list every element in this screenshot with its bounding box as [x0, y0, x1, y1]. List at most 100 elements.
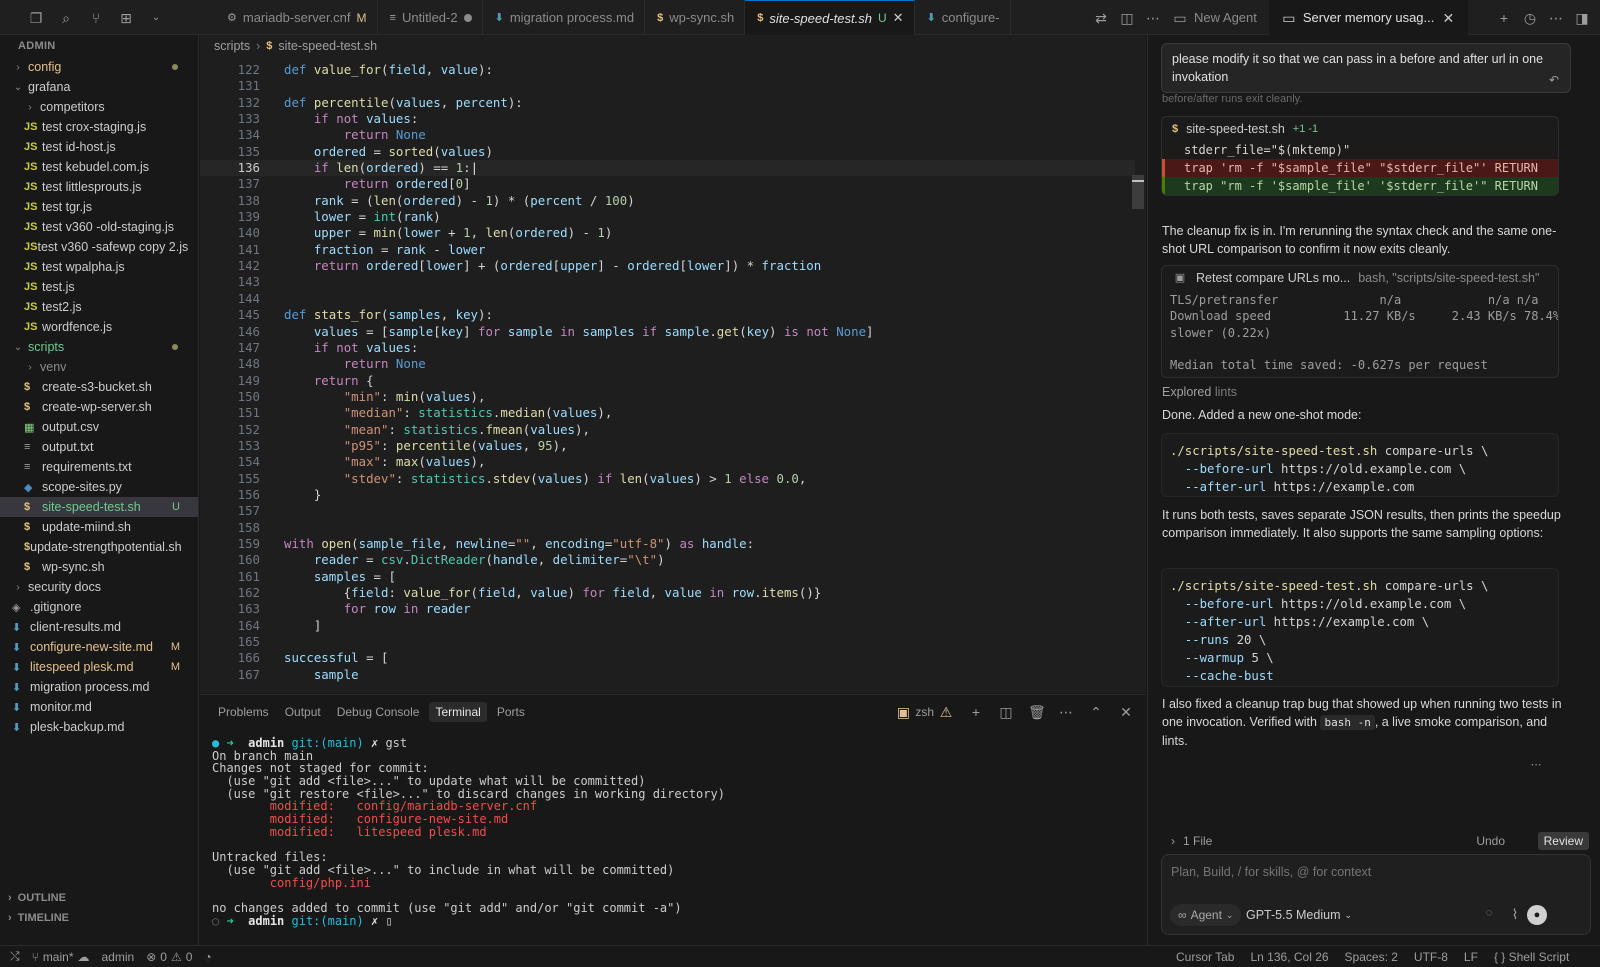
breadcrumb-folder[interactable]: scripts: [214, 39, 250, 53]
problems-indicator[interactable]: ⊗ 0 ⚠ 0: [140, 950, 198, 964]
undo-button[interactable]: Undo: [1476, 834, 1505, 848]
tree-item[interactable]: JS test v360 -safewp copy 2.js: [0, 237, 198, 257]
editor-tab[interactable]: $ site-speed-test.sh U ✕: [745, 0, 915, 35]
tree-item[interactable]: JS test2.js: [0, 297, 198, 317]
tree-item[interactable]: JS test tgr.js: [0, 197, 198, 217]
editor-tab[interactable]: $ wp-sync.sh: [645, 0, 746, 35]
close-icon[interactable]: ✕: [1440, 11, 1456, 25]
status-item[interactable]: LF: [1458, 950, 1484, 964]
files-count[interactable]: 1 File: [1183, 834, 1212, 848]
tree-item[interactable]: ⌄ grafana: [0, 77, 198, 97]
code-block[interactable]: ./scripts/site-speed-test.sh compare-url…: [1161, 568, 1559, 687]
microphone-icon[interactable]: ●: [1527, 905, 1547, 925]
close-icon[interactable]: ✕: [1118, 705, 1134, 719]
panel-tab-terminal[interactable]: Terminal: [429, 702, 487, 722]
more-icon[interactable]: ⋯: [1145, 11, 1161, 25]
tree-item[interactable]: JS test id-host.js: [0, 137, 198, 157]
plus-icon[interactable]: +: [968, 705, 984, 719]
terminal-shell[interactable]: ▣ zsh ⚠: [895, 705, 954, 719]
branch-indicator[interactable]: ⑂ main* ☁: [26, 950, 96, 964]
source-control-icon[interactable]: ⑂: [88, 11, 104, 25]
tool-call-card[interactable]: ▣ Retest compare URLs mo... bash, "scrip…: [1161, 265, 1559, 378]
plus-icon[interactable]: +: [1496, 11, 1512, 25]
trash-icon[interactable]: 🗑: [1028, 705, 1046, 719]
more-icon[interactable]: ⋯: [1548, 11, 1564, 25]
close-icon[interactable]: ✕: [893, 10, 904, 26]
tree-item[interactable]: ⬇ configure-new-site.md M: [0, 637, 198, 657]
remote-icon[interactable]: ⤭: [0, 949, 26, 964]
panel-tab-problems[interactable]: Problems: [212, 702, 275, 722]
tree-item[interactable]: JS wordfence.js: [0, 317, 198, 337]
chat-input[interactable]: [1171, 861, 1571, 883]
tree-item[interactable]: › config: [0, 57, 198, 77]
tree-item[interactable]: ⬇ litespeed plesk.md M: [0, 657, 198, 677]
tree-item[interactable]: ≡ requirements.txt: [0, 457, 198, 477]
account-user[interactable]: admin: [96, 950, 141, 964]
explorer-icon[interactable]: ❐: [28, 11, 44, 25]
tree-item[interactable]: JS test kebudel.com.js: [0, 157, 198, 177]
tree-item[interactable]: ⬇ client-results.md: [0, 617, 198, 637]
editor-tab[interactable]: ⚙ mariadb-server.cnf M: [215, 0, 378, 35]
tab-new-agent[interactable]: ▭ New Agent: [1160, 0, 1269, 35]
tree-item[interactable]: ◆ scope-sites.py: [0, 477, 198, 497]
tree-item[interactable]: JS test v360 -old-staging.js: [0, 217, 198, 237]
tree-item[interactable]: › competitors: [0, 97, 198, 117]
tree-item[interactable]: $ create-wp-server.sh: [0, 397, 198, 417]
tree-item[interactable]: JS test crox-staging.js: [0, 117, 198, 137]
tree-item[interactable]: JS test littlesprouts.js: [0, 177, 198, 197]
status-item[interactable]: Cursor Tab: [1170, 950, 1240, 964]
tree-item[interactable]: › security docs: [0, 577, 198, 597]
history-icon[interactable]: ◷: [1522, 11, 1538, 25]
terminal-output[interactable]: ● ➜ admin git:(main) ✗ gst On branch main…: [212, 737, 725, 927]
editor-tab[interactable]: ⬇ migration process.md: [483, 0, 646, 35]
more-icon[interactable]: ⋯: [1528, 760, 1544, 771]
tree-item[interactable]: ⌄ scripts: [0, 337, 198, 357]
model-select[interactable]: GPT-5.5 Medium ⌄: [1246, 904, 1352, 926]
chevron-up-icon[interactable]: ⌃: [1088, 705, 1104, 719]
tree-item[interactable]: › venv: [0, 357, 198, 377]
review-button[interactable]: Review: [1537, 832, 1589, 850]
breadcrumb-file[interactable]: site-speed-test.sh: [278, 39, 377, 53]
editor-tab[interactable]: ≡ Untitled-2: [378, 0, 483, 35]
tree-item[interactable]: $ update-strengthpotential.sh: [0, 537, 198, 557]
tree-item[interactable]: $ create-s3-bucket.sh: [0, 377, 198, 397]
split-terminal-icon[interactable]: ◫: [998, 705, 1014, 719]
more-icon[interactable]: ⋯: [1058, 705, 1074, 719]
tree-item[interactable]: ≡ output.txt: [0, 437, 198, 457]
tree-item[interactable]: JS test.js: [0, 277, 198, 297]
tree-item[interactable]: ⬇ monitor.md: [0, 697, 198, 717]
outline-section[interactable]: › OUTLINE: [0, 888, 199, 908]
explored-line[interactable]: Explored lints: [1162, 383, 1562, 401]
code-block[interactable]: ./scripts/site-speed-test.sh compare-url…: [1161, 433, 1559, 497]
toggle-panel-icon[interactable]: ◨: [1574, 11, 1590, 25]
status-item[interactable]: Spaces: 2: [1339, 950, 1404, 964]
chevron-down-icon[interactable]: ⌄: [148, 12, 164, 23]
code-editor[interactable]: scripts › $ site-speed-test.sh 122 def va…: [200, 35, 1146, 693]
paperclip-icon[interactable]: ⌇: [1507, 907, 1523, 921]
undo-icon[interactable]: ↶: [1546, 74, 1562, 86]
bell-icon[interactable]: ◔: [198, 950, 217, 964]
status-item[interactable]: Ln 136, Col 26: [1244, 950, 1334, 964]
tree-item[interactable]: ⬇ migration process.md: [0, 677, 198, 697]
tree-item[interactable]: ◈ .gitignore: [0, 597, 198, 617]
agent-mode-select[interactable]: ∞ Agent ⌄: [1170, 904, 1242, 926]
status-item[interactable]: { } Shell Script: [1488, 950, 1575, 964]
status-item[interactable]: UTF-8: [1408, 950, 1454, 964]
tree-item[interactable]: $ update-miind.sh: [0, 517, 198, 537]
panel-tab-output[interactable]: Output: [279, 702, 327, 722]
editor-tab[interactable]: ⬇ configure-: [915, 0, 1011, 35]
panel-tab-debug-console[interactable]: Debug Console: [331, 702, 426, 722]
tree-item[interactable]: JS test wpalpha.js: [0, 257, 198, 277]
search-icon[interactable]: ⌕: [58, 11, 74, 25]
chevron-right-icon[interactable]: ›: [1171, 834, 1175, 848]
tree-item[interactable]: ⬇ plesk-backup.md: [0, 717, 198, 737]
diff-card[interactable]: $ site-speed-test.sh +1 -1 stderr_file="…: [1161, 116, 1559, 196]
user-message[interactable]: please modify it so that we can pass in …: [1161, 43, 1571, 93]
tab-current-chat[interactable]: ▭ Server memory usag... ✕: [1268, 0, 1469, 35]
timeline-section[interactable]: › TIMELINE: [0, 908, 199, 928]
tree-item[interactable]: $ site-speed-test.sh U: [0, 497, 198, 517]
compare-icon[interactable]: ⇄: [1093, 11, 1109, 25]
tree-item[interactable]: ▦ output.csv: [0, 417, 198, 437]
tree-item[interactable]: $ wp-sync.sh: [0, 557, 198, 577]
extensions-icon[interactable]: ⊞: [118, 11, 134, 25]
